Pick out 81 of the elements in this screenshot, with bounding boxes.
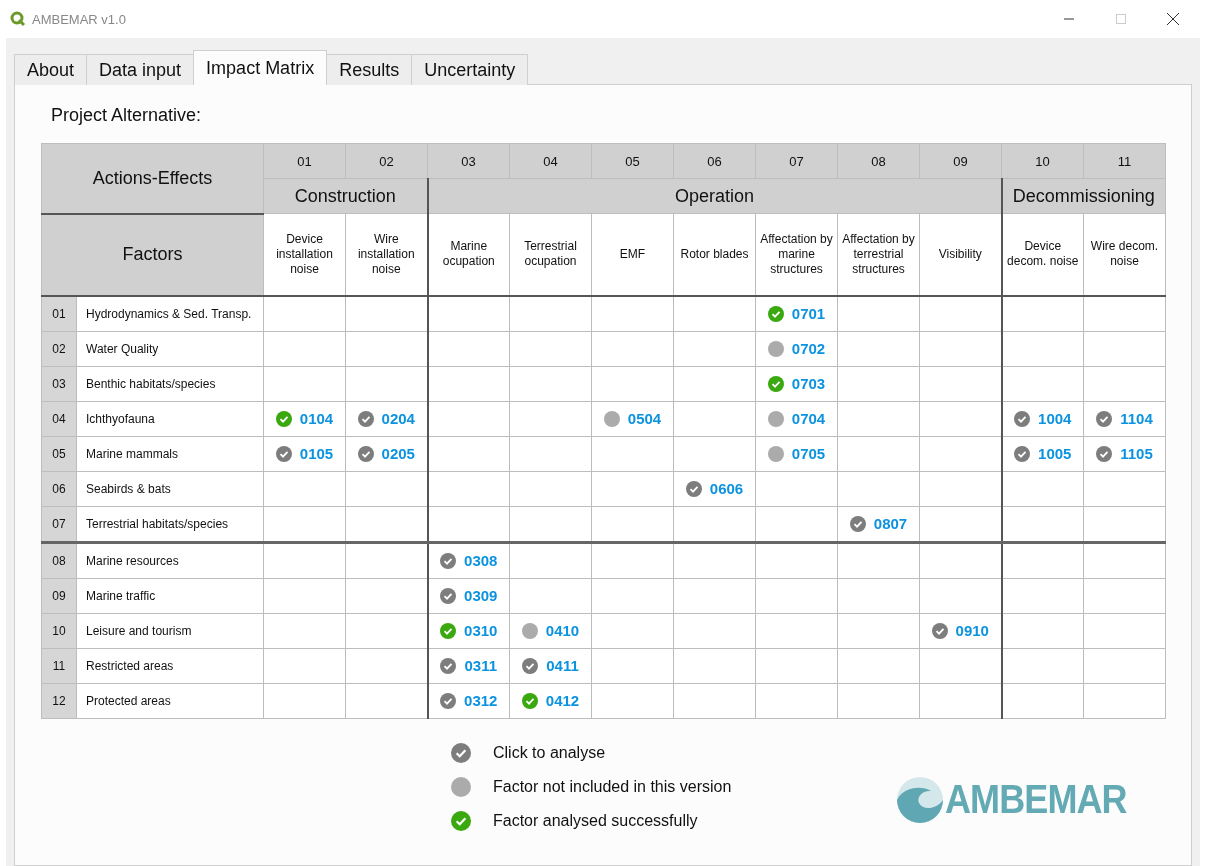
impact-code-link[interactable]: 0910 bbox=[955, 622, 989, 639]
tab[interactable]: Data input bbox=[86, 54, 195, 85]
wave-logo-icon bbox=[897, 776, 944, 823]
factor-name: Water Quality bbox=[76, 331, 264, 366]
factor-name: Seabirds & bats bbox=[76, 471, 264, 506]
column-number: 10 bbox=[1001, 143, 1084, 179]
factor-name: Ichthyofauna bbox=[76, 401, 264, 436]
column-header: Affectation by terrestrial structures bbox=[837, 213, 920, 296]
factor-name: Hydrodynamics & Sed. Transp. bbox=[76, 295, 264, 331]
impact-code-link[interactable]: 0807 bbox=[873, 515, 908, 532]
column-header: Terrestrial ocupation bbox=[509, 213, 592, 296]
row-number: 03 bbox=[41, 366, 77, 401]
factor-name: Marine resources bbox=[76, 542, 264, 578]
row-number: 01 bbox=[41, 295, 77, 331]
column-number: 09 bbox=[919, 143, 1002, 179]
legend-text: Click to analyse bbox=[493, 743, 606, 762]
impact-code-link[interactable]: 0312 bbox=[464, 692, 498, 709]
column-header: Device installation noise bbox=[263, 213, 346, 296]
column-header: EMF bbox=[591, 213, 674, 296]
impact-code-link[interactable]: 0310 bbox=[464, 622, 498, 639]
window-title: AMBEMAR v1.0 bbox=[32, 11, 127, 27]
column-number: 02 bbox=[345, 143, 428, 179]
factor-name: Terrestrial habitats/species bbox=[76, 506, 264, 542]
impact-code-link[interactable]: 1005 bbox=[1038, 445, 1072, 462]
row-number: 09 bbox=[41, 578, 77, 613]
impact-code-link[interactable]: 1104 bbox=[1120, 410, 1153, 427]
close-icon bbox=[1167, 13, 1179, 25]
impact-code-link[interactable]: 0309 bbox=[464, 587, 498, 604]
column-header: Marine ocupation bbox=[427, 213, 510, 296]
impact-code-link[interactable]: 0308 bbox=[464, 552, 498, 569]
row-number: 08 bbox=[41, 542, 77, 578]
factor-name: Protected areas bbox=[76, 683, 264, 718]
column-number: 05 bbox=[591, 143, 674, 179]
legend-text: Factor not included in this version bbox=[493, 777, 732, 796]
phase-header: Construction bbox=[263, 178, 428, 214]
column-header: Wire installation noise bbox=[345, 213, 428, 296]
phase-header: Decommissioning bbox=[1001, 178, 1166, 214]
logo-text: AMBEMAR bbox=[945, 777, 1127, 822]
row-number: 02 bbox=[41, 331, 77, 366]
factor-name: Benthic habitats/species bbox=[76, 366, 264, 401]
column-number: 07 bbox=[755, 143, 838, 179]
column-header: Visibility bbox=[919, 213, 1002, 296]
phase-header: Operation bbox=[427, 178, 1002, 214]
column-header: Device decom. noise bbox=[1001, 213, 1084, 296]
column-number: 01 bbox=[263, 143, 346, 179]
column-number: 04 bbox=[509, 143, 592, 179]
app-logo-icon bbox=[10, 11, 26, 27]
column-number: 03 bbox=[427, 143, 510, 179]
impact-code-link[interactable]: 1105 bbox=[1120, 445, 1153, 462]
column-number: 08 bbox=[837, 143, 920, 179]
column-header: Affectation by marine structures bbox=[755, 213, 838, 296]
impact-code-link[interactable]: 1004 bbox=[1038, 410, 1072, 427]
column-header: Wire decom. noise bbox=[1083, 213, 1166, 296]
row-number: 04 bbox=[41, 401, 77, 436]
column-number: 11 bbox=[1083, 143, 1166, 179]
header-cell: Factors bbox=[41, 213, 264, 296]
project-alternative-label: Project Alternative: bbox=[51, 105, 203, 127]
factor-name: Marine traffic bbox=[76, 578, 264, 613]
factor-name: Leisure and tourism bbox=[76, 613, 264, 648]
impact-code-link[interactable]: 0205 bbox=[381, 445, 415, 462]
tab[interactable]: Uncertainty bbox=[411, 54, 529, 85]
row-number: 07 bbox=[41, 506, 77, 542]
column-header: Rotor blades bbox=[673, 213, 756, 296]
row-number: 12 bbox=[41, 683, 77, 718]
impact-code-link[interactable]: 0311 bbox=[464, 657, 497, 674]
maximize-icon bbox=[1116, 14, 1126, 24]
row-number: 06 bbox=[41, 471, 77, 506]
row-number: 05 bbox=[41, 436, 77, 471]
impact-code-link[interactable]: 0701 bbox=[791, 305, 826, 322]
tab[interactable]: Results bbox=[326, 54, 413, 85]
factor-name: Marine mammals bbox=[76, 436, 264, 471]
tab[interactable]: Impact Matrix bbox=[193, 50, 328, 85]
row-number: 11 bbox=[41, 648, 77, 683]
row-number: 10 bbox=[41, 613, 77, 648]
tab[interactable]: About bbox=[14, 54, 88, 85]
impact-code-link[interactable]: 0204 bbox=[381, 410, 415, 427]
legend-text: Factor analysed successfully bbox=[493, 811, 698, 830]
column-number: 06 bbox=[673, 143, 756, 179]
header-cell: Actions-Effects bbox=[41, 143, 264, 214]
factor-name: Restricted areas bbox=[76, 648, 264, 683]
impact-code-link[interactable]: 0411 bbox=[546, 657, 579, 674]
